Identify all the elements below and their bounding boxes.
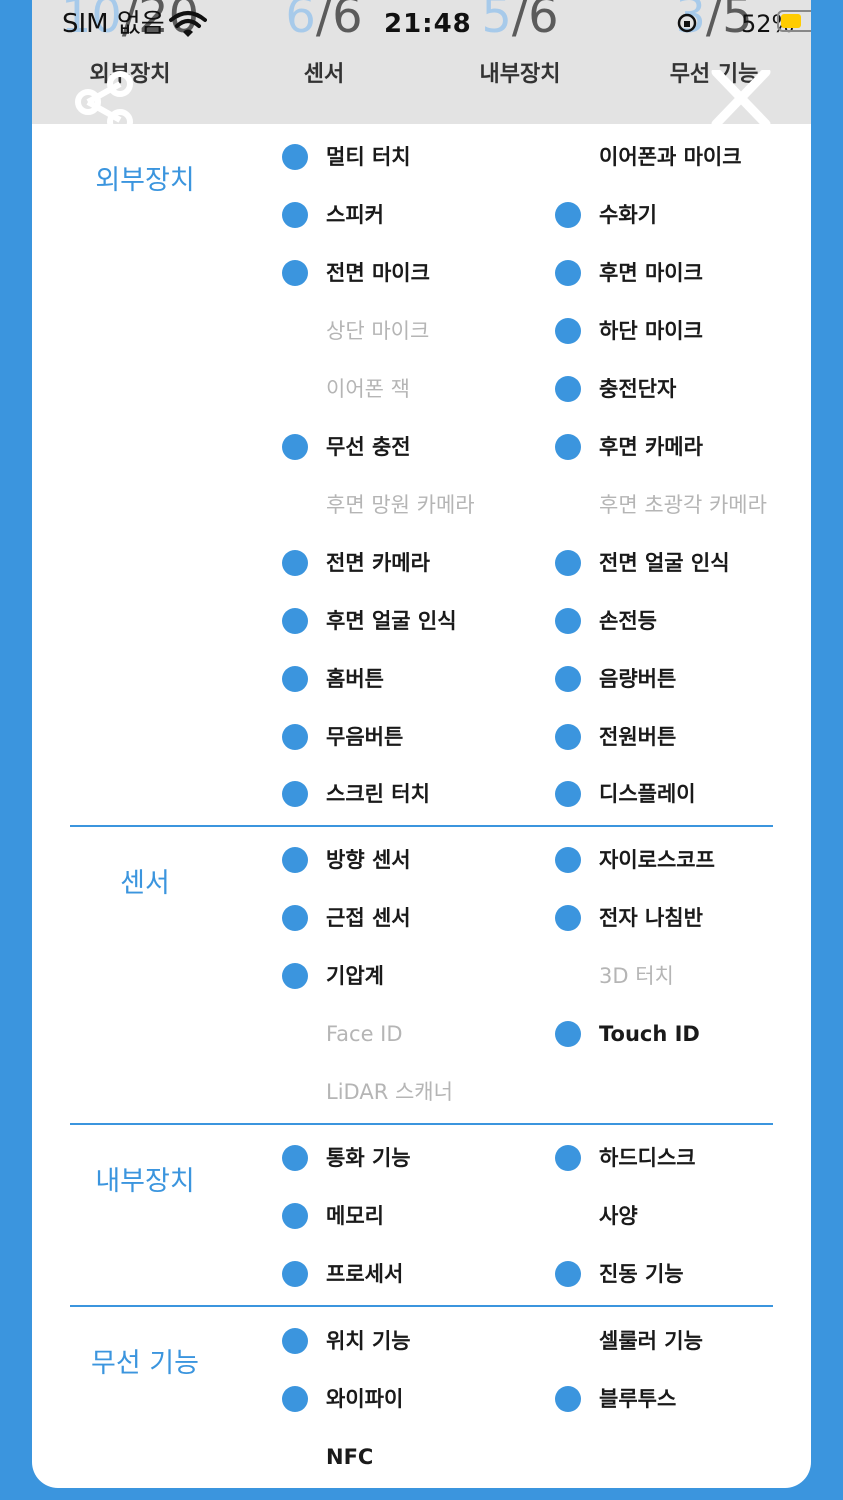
feature-item: 와이파이 [282, 1384, 403, 1414]
feature-item: 전원버튼 [555, 722, 676, 752]
feature-item: 하드디스크 [555, 1143, 696, 1173]
summary-count: 5 [481, 0, 512, 44]
available-dot [555, 724, 581, 750]
feature-item: 전면 카메라 [282, 548, 430, 578]
feature-item: 상단 마이크 [326, 319, 430, 343]
available-dot [555, 202, 581, 228]
available-dot [282, 1386, 308, 1412]
available-dot [555, 1145, 581, 1171]
wifi-icon [169, 11, 207, 37]
feature-item: 메모리 [282, 1201, 384, 1231]
feature-item: LiDAR 스캐너 [326, 1080, 453, 1104]
summary-label: 센서 [303, 62, 345, 87]
feature-item: 후면 초광각 카메라 [599, 493, 767, 517]
available-dot [282, 1145, 308, 1171]
feature-item: 음량버튼 [555, 664, 676, 694]
available-dot [282, 781, 308, 807]
available-dot [555, 1021, 581, 1047]
feature-item: 프로세서 [282, 1259, 403, 1289]
available-dot [555, 318, 581, 344]
feature-item: 후면 카메라 [555, 432, 703, 462]
feature-item: 손전등 [555, 606, 657, 636]
available-dot [282, 202, 308, 228]
feature-item: 방향 센서 [282, 845, 411, 875]
summary-total: /6 [315, 0, 363, 44]
available-dot [282, 1261, 308, 1287]
feature-card: 10/20 외부장치 6/6 센서 5/6 내부장치 3/5 무선 기능 SIM… [32, 0, 811, 1488]
feature-item: Touch ID [555, 1019, 700, 1049]
available-dot [282, 608, 308, 634]
feature-item: 3D 터치 [599, 964, 674, 988]
available-dot [282, 724, 308, 750]
feature-item: 수화기 [555, 200, 657, 230]
section-divider [70, 825, 773, 827]
feature-item: 후면 망원 카메라 [326, 493, 475, 517]
available-dot [282, 434, 308, 460]
rotation-lock-icon [677, 13, 697, 33]
feature-item: 충전단자 [555, 374, 676, 404]
available-dot [555, 905, 581, 931]
available-dot [282, 1328, 308, 1354]
feature-item: 사양 [599, 1204, 638, 1228]
carrier-label: SIM 없음 [62, 9, 165, 39]
section-title-wireless: 무선 기능 [91, 1348, 199, 1379]
section-title-internal: 내부장치 [95, 1166, 195, 1197]
feature-item: Face ID [326, 1022, 403, 1046]
available-dot [555, 608, 581, 634]
available-dot [555, 1261, 581, 1287]
feature-item: 이어폰과 마이크 [599, 145, 742, 169]
summary-total: /6 [511, 0, 559, 44]
feature-item: 자이로스코프 [555, 845, 715, 875]
feature-item: 전면 얼굴 인식 [555, 548, 730, 578]
available-dot [555, 847, 581, 873]
section-title-external: 외부장치 [95, 165, 195, 196]
section-title-sensor: 센서 [120, 868, 170, 899]
available-dot [555, 260, 581, 286]
feature-item: 후면 마이크 [555, 258, 703, 288]
section-divider [70, 1305, 773, 1307]
available-dot [282, 1203, 308, 1229]
share-icon[interactable] [68, 70, 140, 132]
section-divider [70, 1123, 773, 1125]
feature-item: 무선 충전 [282, 432, 411, 462]
feature-item: 멀티 터치 [282, 142, 411, 172]
available-dot [555, 550, 581, 576]
feature-item: 통화 기능 [282, 1143, 411, 1173]
close-icon[interactable] [704, 70, 778, 124]
summary-count: 6 [285, 0, 316, 44]
available-dot [282, 963, 308, 989]
available-dot [282, 847, 308, 873]
feature-item: 후면 얼굴 인식 [282, 606, 457, 636]
feature-item: 디스플레이 [555, 779, 696, 809]
feature-item: 이어폰 잭 [326, 377, 410, 401]
clock: 21:48 [384, 9, 472, 39]
available-dot [555, 666, 581, 692]
available-dot [555, 1386, 581, 1412]
available-dot [282, 260, 308, 286]
feature-item: 셀룰러 기능 [599, 1329, 703, 1353]
header: 10/20 외부장치 6/6 센서 5/6 내부장치 3/5 무선 기능 SIM… [32, 0, 811, 132]
feature-item: 위치 기능 [282, 1326, 411, 1356]
available-dot [282, 905, 308, 931]
feature-item: 전면 마이크 [282, 258, 430, 288]
feature-item: 홈버튼 [282, 664, 384, 694]
available-dot [555, 376, 581, 402]
summary-label: 내부장치 [479, 62, 561, 87]
available-dot [282, 550, 308, 576]
feature-item: 기압계 [282, 961, 384, 991]
feature-item: NFC [326, 1445, 374, 1469]
feature-item: 무음버튼 [282, 722, 403, 752]
battery-icon [777, 10, 811, 32]
available-dot [282, 666, 308, 692]
feature-item: 전자 나침반 [555, 903, 703, 933]
feature-item: 근접 센서 [282, 903, 411, 933]
feature-item: 블루투스 [555, 1384, 676, 1414]
feature-item: 하단 마이크 [555, 316, 703, 346]
available-dot [555, 434, 581, 460]
feature-item: 진동 기능 [555, 1259, 684, 1289]
available-dot [282, 144, 308, 170]
feature-item: 스피커 [282, 200, 384, 230]
available-dot [555, 781, 581, 807]
feature-item: 스크린 터치 [282, 779, 430, 809]
